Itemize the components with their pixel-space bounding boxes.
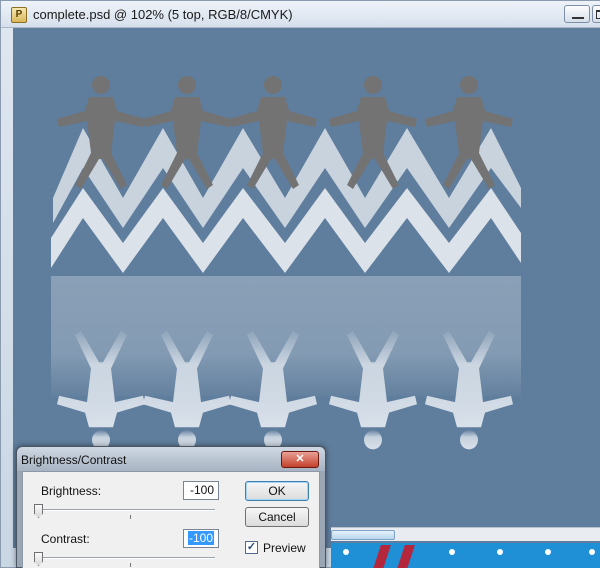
maximize-button[interactable]: [592, 5, 600, 23]
close-icon: ✕: [295, 453, 305, 465]
brightness-contrast-dialog: Brightness/Contrast ✕ Brightness: -100 C…: [16, 446, 326, 568]
strip-dot: [545, 549, 551, 555]
document-title: complete.psd @ 102% (5 top, RGB/8/CMYK): [33, 7, 293, 22]
dialog-titlebar[interactable]: Brightness/Contrast ✕: [17, 447, 325, 471]
horizontal-scrollbar[interactable]: [331, 527, 600, 541]
contrast-slider-thumb[interactable]: [34, 552, 43, 566]
dialog-body: Brightness: -100 Contrast: -100 OK Cance…: [22, 471, 320, 568]
brightness-input[interactable]: -100: [183, 481, 219, 500]
ok-button[interactable]: OK: [245, 481, 309, 501]
close-button[interactable]: ✕: [281, 451, 319, 468]
slider-tick: [130, 515, 131, 519]
brightness-slider-track[interactable]: [37, 509, 215, 519]
dialog-title: Brightness/Contrast: [21, 453, 127, 467]
contrast-slider-track[interactable]: [37, 557, 215, 567]
strip-dot: [343, 549, 349, 555]
preview-checkbox[interactable]: ✓: [245, 541, 258, 554]
slider-tick: [130, 563, 131, 567]
strip-dot: [449, 549, 455, 555]
brightness-slider-thumb[interactable]: [34, 504, 43, 518]
photoshop-document-icon: P: [11, 7, 27, 23]
cancel-button[interactable]: Cancel: [245, 507, 309, 527]
red-figure-shape: [373, 545, 415, 568]
minimize-icon: [572, 10, 584, 19]
preview-label: Preview: [263, 541, 306, 555]
strip-dot: [497, 549, 503, 555]
document-titlebar[interactable]: P complete.psd @ 102% (5 top, RGB/8/CMYK…: [1, 1, 600, 28]
minimize-button[interactable]: [564, 5, 590, 23]
background-layer-strip: [331, 543, 600, 568]
contrast-label: Contrast:: [41, 532, 90, 546]
brightness-label: Brightness:: [41, 484, 102, 498]
scrollbar-thumb[interactable]: [331, 530, 395, 540]
maximize-icon: [596, 10, 600, 19]
contrast-input[interactable]: -100: [183, 529, 219, 548]
strip-dot: [589, 549, 595, 555]
